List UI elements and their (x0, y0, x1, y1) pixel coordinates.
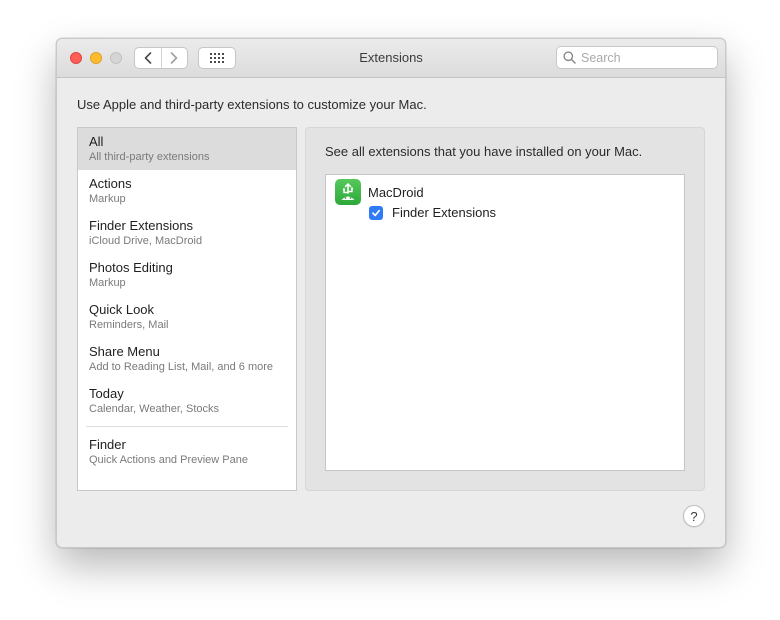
help-button[interactable]: ? (683, 505, 705, 527)
title-bar: Extensions (57, 39, 725, 78)
search-field[interactable] (556, 46, 718, 69)
checkmark-icon (372, 209, 381, 216)
preferences-window: Extensions Use Apple and third-party ext… (56, 38, 726, 548)
sidebar-item-all[interactable]: All All third-party extensions (78, 128, 296, 170)
content-heading: See all extensions that you have install… (325, 144, 643, 159)
app-row-macdroid: MacDroid (335, 179, 424, 205)
sidebar-item-title: Photos Editing (89, 260, 173, 275)
extension-row-finder-extensions[interactable]: Finder Extensions (369, 205, 496, 220)
sidebar-item-title: Share Menu (89, 344, 160, 359)
sidebar-item-finder-extensions[interactable]: Finder Extensions iCloud Drive, MacDroid (78, 212, 296, 254)
sidebar-item-title: All (89, 134, 104, 149)
sidebar-item-quick-look[interactable]: Quick Look Reminders, Mail (78, 296, 296, 338)
macdroid-app-icon (335, 179, 361, 205)
sidebar-item-title: Finder Extensions (89, 218, 194, 233)
installed-extensions-list: MacDroid Finder Extensions (325, 174, 685, 471)
sidebar-item-title: Today (89, 386, 124, 401)
search-icon (563, 51, 576, 64)
sidebar-item-today[interactable]: Today Calendar, Weather, Stocks (78, 380, 296, 422)
sidebar-item-subtitle: Reminders, Mail (89, 319, 169, 331)
extension-detail-panel: See all extensions that you have install… (305, 127, 705, 491)
finder-extensions-checkbox[interactable] (369, 205, 383, 220)
sidebar-item-subtitle: Quick Actions and Preview Pane (89, 454, 248, 466)
sidebar-item-share-menu[interactable]: Share Menu Add to Reading List, Mail, an… (78, 338, 296, 380)
extension-name: Finder Extensions (392, 205, 497, 220)
sidebar-item-subtitle: Markup (89, 277, 126, 289)
intro-text: Use Apple and third-party extensions to … (77, 97, 427, 112)
sidebar-item-actions[interactable]: Actions Markup (78, 170, 296, 212)
extension-category-list: All All third-party extensions Actions M… (77, 127, 297, 491)
sidebar-item-title: Finder (89, 437, 126, 452)
sidebar-item-photos-editing[interactable]: Photos Editing Markup (78, 254, 296, 296)
app-name: MacDroid (368, 184, 424, 200)
search-input[interactable] (581, 50, 711, 65)
sidebar-item-subtitle: Markup (89, 193, 126, 205)
sidebar-item-subtitle: Calendar, Weather, Stocks (89, 403, 220, 415)
sidebar-item-title: Quick Look (89, 302, 155, 317)
sidebar-item-subtitle: Add to Reading List, Mail, and 6 more (89, 361, 274, 373)
sidebar-item-title: Actions (89, 176, 132, 191)
sidebar-item-subtitle: iCloud Drive, MacDroid (89, 235, 203, 247)
sidebar-item-finder[interactable]: Finder Quick Actions and Preview Pane (78, 431, 296, 473)
sidebar-divider (86, 426, 288, 427)
sidebar-item-subtitle: All third-party extensions (89, 151, 210, 163)
